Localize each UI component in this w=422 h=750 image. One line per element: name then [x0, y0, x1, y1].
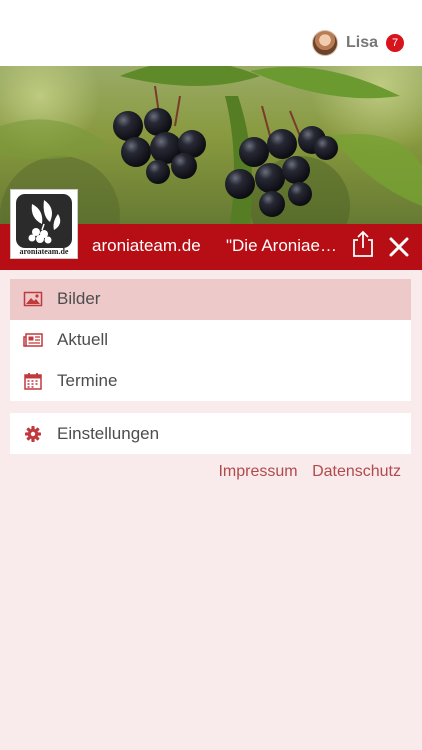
- menu-item-aktuell[interactable]: Aktuell: [10, 320, 411, 361]
- close-icon[interactable]: [389, 237, 409, 257]
- share-icon[interactable]: [350, 230, 376, 258]
- menu-item-label: Aktuell: [57, 329, 109, 349]
- top-bar: Lisa 7: [0, 0, 422, 66]
- news-icon: [23, 333, 43, 347]
- calendar-icon: [24, 372, 42, 390]
- datenschutz-link[interactable]: Datenschutz: [312, 463, 401, 480]
- main-menu: Bilder Aktuell Termine: [10, 279, 411, 401]
- gear-icon: [25, 425, 41, 442]
- site-title[interactable]: aroniateam.de: [92, 236, 201, 256]
- menu-item-bilder[interactable]: Bilder: [10, 279, 411, 320]
- notification-badge[interactable]: 7: [386, 34, 404, 52]
- impressum-link[interactable]: Impressum: [218, 463, 297, 480]
- user-menu[interactable]: Lisa 7: [311, 28, 404, 58]
- menu-item-termine[interactable]: Termine: [10, 360, 411, 401]
- logo-emblem: [16, 194, 72, 248]
- logo-text: aroniateam.de: [19, 247, 69, 256]
- avatar[interactable]: [311, 30, 338, 56]
- page-title[interactable]: "Die Aroniaerntezeit hat begonnen": [226, 236, 340, 256]
- menu-item-label: Bilder: [57, 289, 101, 309]
- site-logo: aroniateam.de: [10, 189, 78, 259]
- aronia-leaf-icon: [28, 200, 61, 244]
- footer-links: Impressum Datenschutz: [208, 463, 401, 481]
- menu-item-label: Einstellungen: [57, 423, 160, 443]
- menu-item-einstellungen[interactable]: Einstellungen: [10, 413, 411, 454]
- user-name[interactable]: Lisa: [346, 34, 378, 52]
- image-icon: [23, 292, 43, 307]
- menu-item-label: Termine: [57, 370, 118, 390]
